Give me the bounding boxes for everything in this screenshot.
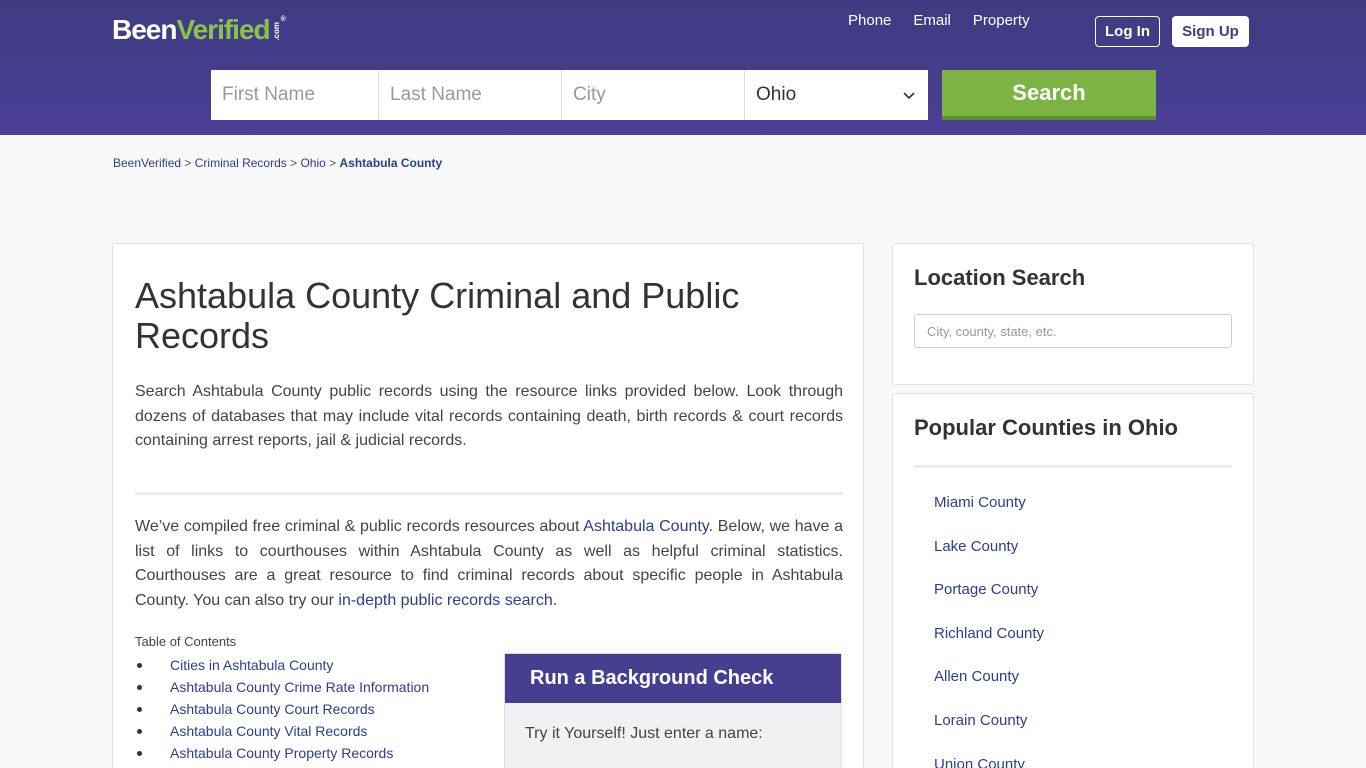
breadcrumb-separator: > — [184, 156, 195, 170]
toc-item: Ashtabula County Crime Rate Information — [135, 676, 429, 698]
bullet-icon — [137, 684, 142, 690]
toc-link-vital-records[interactable]: Ashtabula County Vital Records — [170, 723, 367, 739]
beenverified-logo[interactable]: Been Verified .com ® — [112, 14, 286, 48]
site-header: Been Verified .com ® Phone Email Propert… — [0, 0, 1366, 135]
county-link-portage[interactable]: Portage County — [934, 581, 1038, 598]
search-button[interactable]: Search — [942, 70, 1156, 120]
county-link-lake[interactable]: Lake County — [934, 538, 1018, 555]
body-text-part: . — [552, 591, 558, 609]
list-item: Union County — [934, 756, 1044, 768]
county-link-richland[interactable]: Richland County — [934, 625, 1044, 642]
popular-counties-divider — [914, 465, 1232, 468]
breadcrumb-current: Ashtabula County — [339, 156, 443, 170]
state-select-value: Ohio — [756, 84, 797, 105]
top-nav: Phone Email Property — [848, 12, 1030, 29]
breadcrumb-item[interactable]: BeenVerified — [113, 156, 181, 170]
breadcrumb-item[interactable]: Criminal Records — [195, 156, 287, 170]
content-divider — [135, 492, 843, 495]
location-search-input[interactable] — [914, 314, 1232, 348]
list-item: Lorain County — [934, 712, 1044, 756]
location-search-title: Location Search — [914, 265, 1086, 290]
location-search-card: Location Search — [892, 243, 1254, 385]
logo-dotcom: .com — [271, 22, 281, 41]
toc-link-property-records[interactable]: Ashtabula County Property Records — [170, 745, 393, 761]
nav-phone[interactable]: Phone — [848, 12, 891, 29]
chevron-down-icon — [903, 92, 915, 100]
toc-item: Ashtabula County Property Records — [135, 742, 429, 764]
bullet-icon — [137, 662, 142, 668]
county-link-union[interactable]: Union County — [934, 756, 1025, 768]
toc-link-crime-rate[interactable]: Ashtabula County Crime Rate Information — [170, 679, 429, 695]
bullet-icon — [137, 728, 142, 734]
toc-label: Table of Contents — [135, 634, 237, 649]
background-check-title: Run a Background Check — [505, 654, 841, 703]
list-item: Allen County — [934, 668, 1044, 712]
body-paragraph: We’ve compiled free criminal & public re… — [135, 515, 843, 613]
breadcrumb-separator: > — [290, 156, 301, 170]
main-content-card: Ashtabula County Criminal and Public Rec… — [112, 243, 864, 768]
public-records-search-link[interactable]: in-depth public records search — [338, 592, 552, 609]
logo-verified: Verified — [176, 14, 270, 45]
list-item: Portage County — [934, 581, 1044, 625]
bullet-icon — [137, 706, 142, 712]
breadcrumb-item[interactable]: Ohio — [300, 156, 325, 170]
page-title: Ashtabula County Criminal and Public Rec… — [135, 275, 740, 356]
list-item: Miami County — [934, 494, 1044, 538]
popular-counties-card: Popular Counties in Ohio Miami County La… — [892, 393, 1254, 768]
intro-paragraph: Search Ashtabula County public records u… — [135, 383, 843, 449]
toc-item: Ashtabula County Vital Records — [135, 720, 429, 742]
county-link-miami[interactable]: Miami County — [934, 494, 1026, 511]
county-link[interactable]: Ashtabula County — [583, 518, 708, 535]
table-of-contents: Cities in Ashtabula County Ashtabula Cou… — [135, 654, 429, 764]
background-check-subtitle: Try it Yourself! Just enter a name: — [525, 725, 763, 742]
bullet-icon — [137, 750, 142, 756]
county-link-allen[interactable]: Allen County — [934, 668, 1019, 685]
login-button[interactable]: Log In — [1095, 16, 1160, 47]
body-text-part: We’ve compiled free criminal & public re… — [135, 518, 584, 535]
nav-email[interactable]: Email — [913, 12, 951, 29]
signup-button[interactable]: Sign Up — [1172, 16, 1249, 47]
background-check-widget: Run a Background Check Try it Yourself! … — [504, 653, 842, 768]
county-list: Miami County Lake County Portage County … — [934, 494, 1044, 768]
nav-property[interactable]: Property — [973, 12, 1030, 29]
city-input[interactable] — [562, 70, 745, 120]
toc-link-court-records[interactable]: Ashtabula County Court Records — [170, 701, 375, 717]
last-name-input[interactable] — [379, 70, 562, 120]
breadcrumb: BeenVerified > Criminal Records > Ohio >… — [113, 156, 442, 170]
county-link-lorain[interactable]: Lorain County — [934, 712, 1027, 729]
state-select[interactable]: Ohio — [745, 70, 928, 120]
first-name-input[interactable] — [211, 70, 379, 120]
breadcrumb-separator: > — [329, 156, 340, 170]
logo-been: Been — [112, 14, 177, 45]
list-item: Richland County — [934, 625, 1044, 669]
list-item: Lake County — [934, 538, 1044, 582]
toc-item: Cities in Ashtabula County — [135, 654, 429, 676]
toc-item: Ashtabula County Court Records — [135, 698, 429, 720]
logo-registered-mark: ® — [280, 16, 286, 23]
people-search-form: Ohio — [211, 70, 928, 120]
popular-counties-title: Popular Counties in Ohio — [914, 415, 1178, 440]
toc-link-cities[interactable]: Cities in Ashtabula County — [170, 657, 333, 673]
